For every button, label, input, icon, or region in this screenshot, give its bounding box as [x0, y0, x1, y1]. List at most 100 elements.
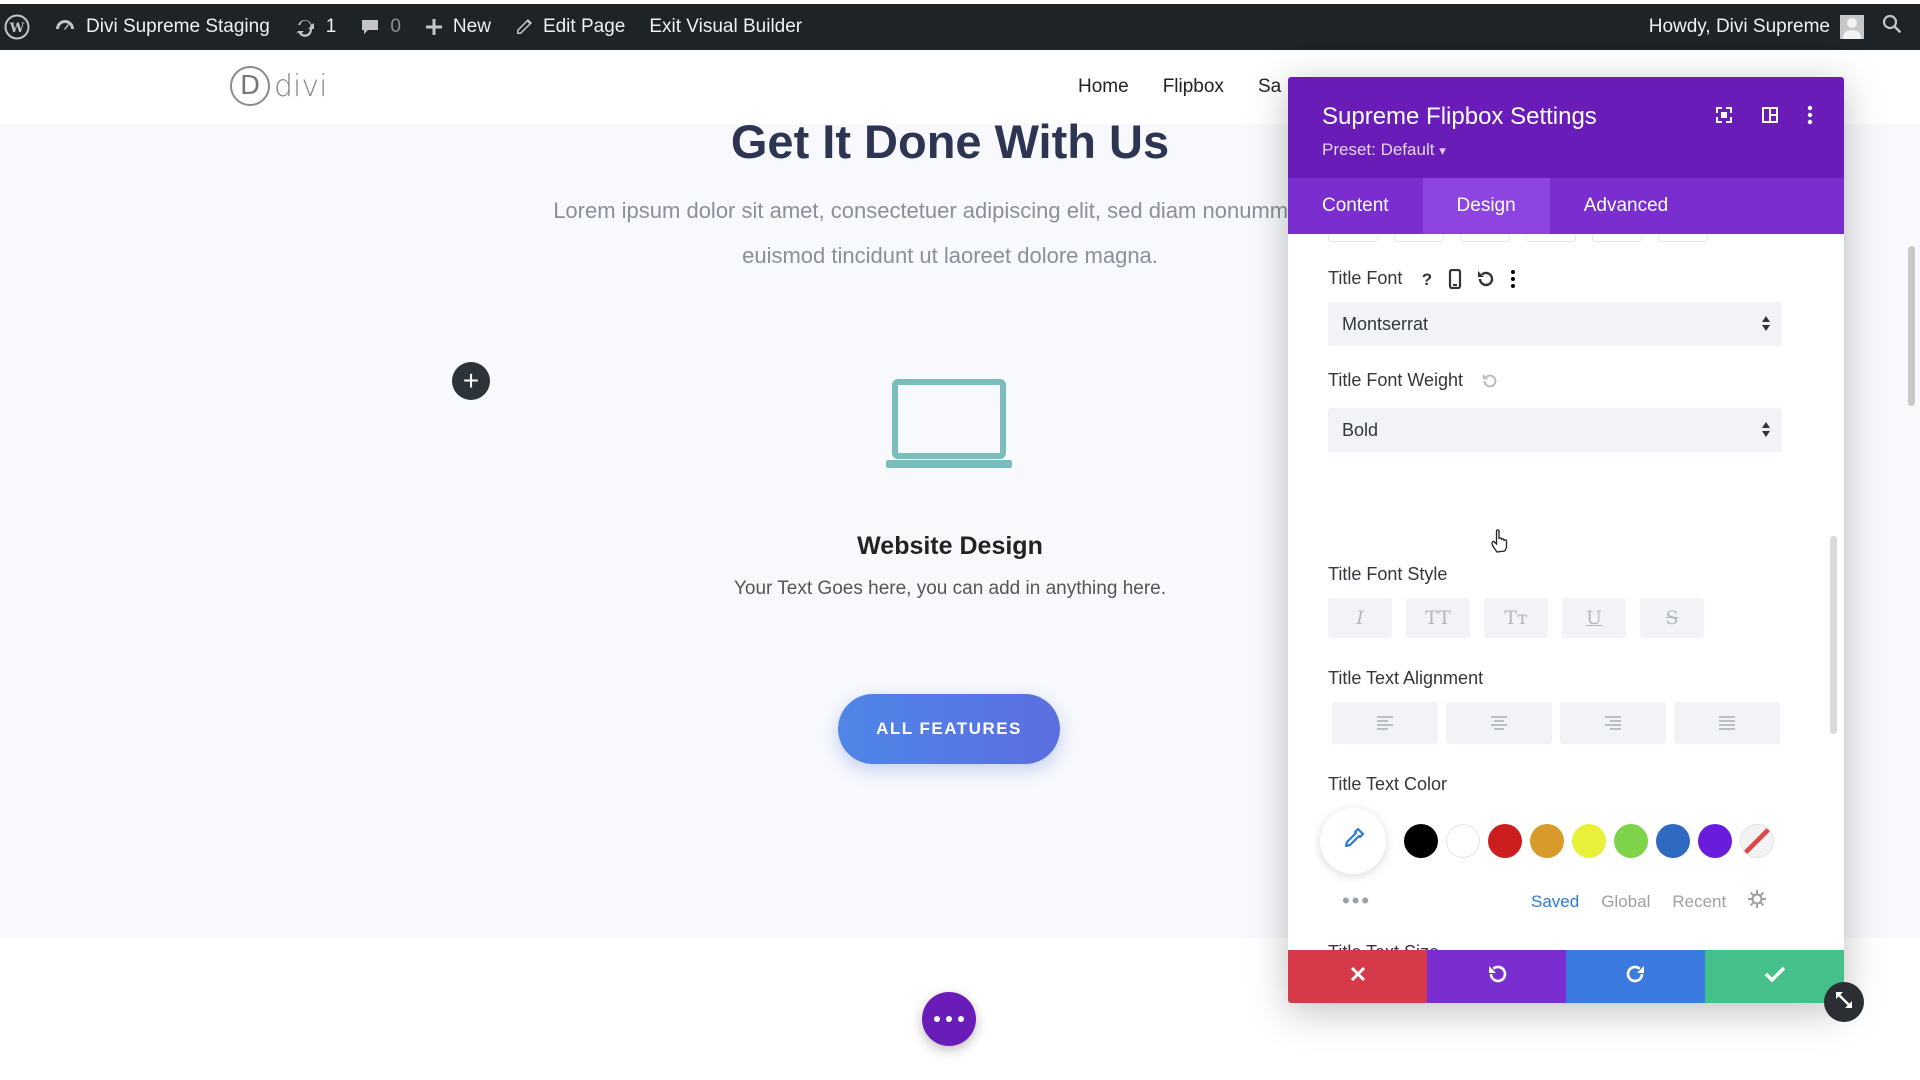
align-center-icon[interactable]: [1446, 702, 1552, 744]
swatch-red[interactable]: [1488, 824, 1522, 858]
panel-tabs: Content Design Advanced: [1288, 178, 1844, 234]
title-font-label-row: Title Font ?: [1328, 268, 1516, 289]
add-module-button[interactable]: +: [452, 362, 490, 400]
comments-link[interactable]: 0: [348, 4, 413, 50]
more-colors-icon[interactable]: •••: [1342, 888, 1371, 914]
wordpress-logo-icon[interactable]: W: [0, 4, 42, 50]
swatch-white[interactable]: [1446, 824, 1480, 858]
previous-options-row: [1328, 234, 1708, 242]
color-palette-tabs: Saved Global Recent: [1531, 890, 1767, 913]
panel-header-icons: [1714, 105, 1814, 130]
logo-text: divi: [274, 68, 328, 104]
recent-colors-tab[interactable]: Recent: [1672, 892, 1726, 912]
dot: [946, 1016, 952, 1022]
swatch-purple[interactable]: [1698, 824, 1732, 858]
strikethrough-button[interactable]: S: [1640, 598, 1704, 638]
more-vertical-icon[interactable]: [1510, 269, 1516, 289]
exit-visual-builder-link[interactable]: Exit Visual Builder: [637, 4, 814, 50]
edit-page-link[interactable]: Edit Page: [503, 4, 637, 50]
title-font-weight-label: Title Font Weight: [1328, 370, 1464, 390]
site-name: Divi Supreme Staging: [86, 16, 270, 37]
preset-selector[interactable]: Preset: Default ▾: [1322, 140, 1446, 160]
select-arrows-icon: [1762, 314, 1770, 334]
swatch-green[interactable]: [1614, 824, 1648, 858]
discard-button[interactable]: [1288, 950, 1427, 1003]
user-avatar[interactable]: [1840, 15, 1864, 39]
capitalize-button[interactable]: Tт: [1484, 598, 1548, 638]
tab-content[interactable]: Content: [1288, 178, 1423, 234]
all-features-button[interactable]: ALL FEATURES: [838, 694, 1060, 764]
updates-link[interactable]: 1: [282, 4, 349, 50]
align-justify-icon[interactable]: [1674, 702, 1780, 744]
italic-button[interactable]: I: [1328, 598, 1392, 638]
nav-truncated-item[interactable]: Sa: [1258, 76, 1281, 98]
resize-arrows-icon: [1834, 990, 1854, 1015]
undo-button[interactable]: [1427, 950, 1566, 1003]
redo-button[interactable]: [1566, 950, 1705, 1003]
wp-admin-bar: W Divi Supreme Staging 1 0 New Edit Page…: [0, 0, 1920, 50]
title-font-value: Montserrat: [1342, 313, 1429, 334]
underline-button[interactable]: U: [1562, 598, 1626, 638]
settings-panel: Supreme Flipbox Settings Preset: Default…: [1288, 77, 1844, 1003]
title-font-select[interactable]: Montserrat: [1328, 302, 1782, 346]
gear-icon[interactable]: [1748, 890, 1767, 913]
split-view-icon[interactable]: [1760, 105, 1780, 130]
align-left-icon[interactable]: [1332, 702, 1438, 744]
resize-handle-button[interactable]: [1824, 982, 1864, 1022]
divi-logo[interactable]: D divi: [230, 66, 327, 106]
swatch-transparent[interactable]: [1740, 824, 1774, 858]
exit-builder-label: Exit Visual Builder: [649, 16, 803, 37]
nav-home[interactable]: Home: [1078, 76, 1129, 98]
search-icon[interactable]: [1882, 14, 1902, 40]
edit-page-label: Edit Page: [542, 16, 626, 37]
nav-flipbox[interactable]: Flipbox: [1163, 76, 1224, 98]
logo-mark: D: [230, 66, 270, 106]
title-font-style-label: Title Font Style: [1328, 564, 1448, 584]
align-right-icon[interactable]: [1560, 702, 1666, 744]
global-colors-tab[interactable]: Global: [1601, 892, 1650, 912]
svg-text:W: W: [9, 21, 25, 36]
uppercase-button[interactable]: TT: [1406, 598, 1470, 638]
help-icon[interactable]: ?: [1420, 270, 1434, 288]
tab-advanced[interactable]: Advanced: [1550, 178, 1703, 234]
panel-scrollbar[interactable]: [1830, 536, 1837, 734]
lead-line-1: Lorem ipsum dolor sit amet, consectetuer…: [553, 198, 1347, 223]
new-label: New: [452, 16, 491, 37]
redo-icon: [1625, 963, 1647, 990]
title-text-size-label: Title Text Size: [1328, 942, 1439, 950]
select-arrows-icon: [1762, 420, 1770, 440]
site-name-link[interactable]: Divi Supreme Staging: [42, 4, 282, 50]
eyedropper-button[interactable]: [1320, 808, 1386, 874]
section-lead-text: Lorem ipsum dolor sit amet, consectetuer…: [490, 188, 1410, 278]
eyedropper-icon: [1340, 826, 1366, 857]
title-font-weight-label-row: Title Font Weight: [1328, 370, 1499, 391]
panel-header: Supreme Flipbox Settings Preset: Default…: [1288, 77, 1844, 178]
updates-count: 1: [325, 16, 337, 37]
saved-colors-tab[interactable]: Saved: [1531, 892, 1579, 912]
builder-options-button[interactable]: [922, 992, 976, 1046]
tab-design[interactable]: Design: [1422, 178, 1550, 234]
mobile-icon[interactable]: [1448, 268, 1462, 289]
text-alignment-buttons: [1332, 702, 1780, 744]
swatch-blue[interactable]: [1656, 824, 1690, 858]
swatch-yellow[interactable]: [1572, 824, 1606, 858]
reset-icon[interactable]: [1481, 372, 1499, 390]
swatch-black[interactable]: [1404, 824, 1438, 858]
more-options-icon[interactable]: [1806, 105, 1814, 130]
svg-text:?: ?: [1422, 270, 1432, 288]
new-content-link[interactable]: New: [413, 4, 503, 50]
reset-icon[interactable]: [1476, 269, 1496, 289]
swatch-orange[interactable]: [1530, 824, 1564, 858]
title-font-label: Title Font: [1328, 268, 1403, 288]
main-nav: Home Flipbox Sa: [1078, 76, 1281, 98]
save-button[interactable]: [1705, 950, 1844, 1003]
title-font-weight-select[interactable]: Bold: [1328, 408, 1782, 452]
mouse-cursor-icon: [1490, 528, 1512, 559]
dot: [958, 1016, 964, 1022]
plus-icon: [425, 18, 443, 36]
howdy-user-link[interactable]: Howdy, Divi Supreme: [1649, 16, 1830, 38]
fullscreen-icon[interactable]: [1714, 105, 1734, 130]
font-style-buttons: I TT Tт U S: [1328, 598, 1704, 638]
title-font-weight-value: Bold: [1342, 419, 1379, 440]
page-scrollbar[interactable]: [1908, 246, 1915, 406]
